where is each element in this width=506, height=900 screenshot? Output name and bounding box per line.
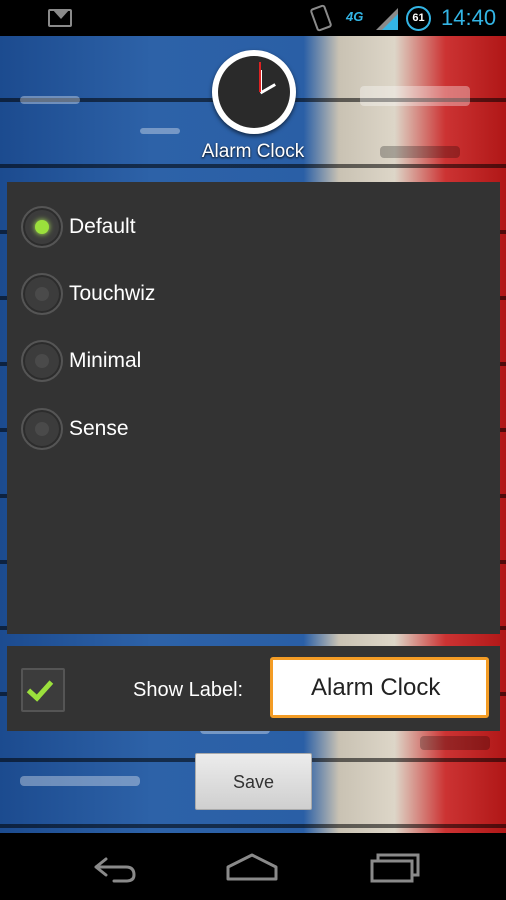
radio-button[interactable] [21, 340, 63, 382]
radio-button[interactable] [21, 408, 63, 450]
recent-apps-icon[interactable] [364, 847, 424, 887]
theme-option-label: Touchwiz [69, 282, 156, 305]
checkmark-icon [26, 674, 54, 702]
label-settings-panel: Show Label: [7, 646, 500, 731]
save-button[interactable]: Save [195, 753, 312, 810]
theme-option-label: Default [69, 215, 136, 238]
navigation-bar [0, 833, 506, 900]
theme-option-label: Sense [69, 417, 129, 440]
show-label-checkbox[interactable] [21, 668, 65, 712]
status-bar: 4G 61 14:40 [0, 0, 506, 36]
theme-option-default[interactable]: Default [21, 204, 136, 250]
theme-options-panel: Default Touchwiz Minimal Sense [7, 182, 500, 634]
signal-strength [382, 14, 398, 30]
theme-option-touchwiz[interactable]: Touchwiz [21, 271, 155, 317]
network-label: 4G [346, 9, 364, 24]
app-title: Alarm Clock [201, 141, 305, 162]
theme-option-minimal[interactable]: Minimal [21, 338, 141, 384]
radio-button[interactable] [21, 273, 63, 315]
battery-icon: 61 [406, 6, 431, 31]
label-input[interactable] [270, 657, 489, 718]
show-label-text: Show Label: [133, 679, 244, 701]
gmail-icon [48, 9, 72, 27]
status-time: 14:40 [441, 5, 497, 30]
alarm-clock-icon [212, 50, 296, 134]
radio-button[interactable] [21, 206, 63, 248]
back-icon[interactable] [84, 847, 144, 887]
theme-option-sense[interactable]: Sense [21, 406, 129, 452]
vibrate-icon [309, 3, 333, 33]
theme-option-label: Minimal [69, 349, 142, 372]
home-icon[interactable] [222, 847, 282, 887]
